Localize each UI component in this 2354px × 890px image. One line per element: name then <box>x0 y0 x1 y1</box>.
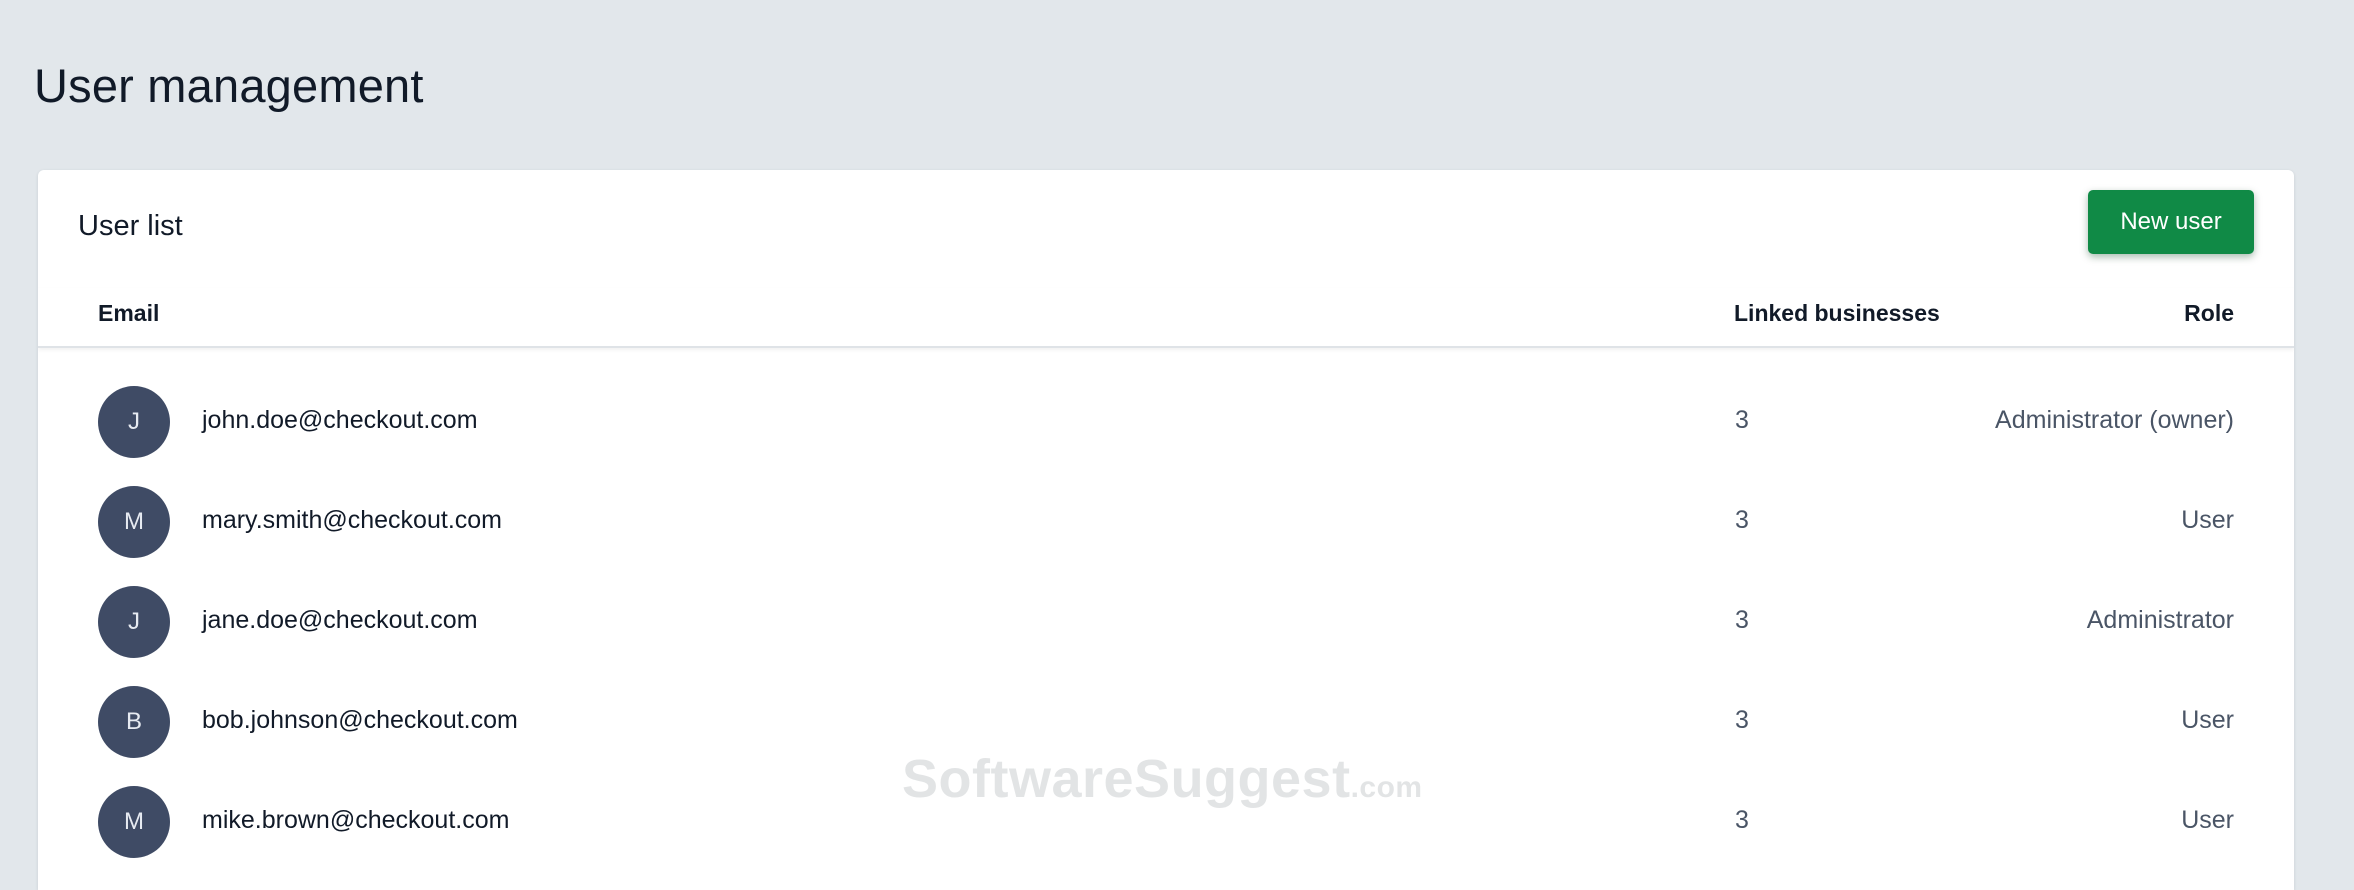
linked-businesses-count: 3 <box>1735 806 1749 834</box>
user-list-card: User list New user Email Linked business… <box>38 170 2294 890</box>
user-role: User <box>2181 506 2234 534</box>
avatar: J <box>98 586 170 658</box>
linked-businesses-count: 3 <box>1735 706 1749 734</box>
table-row[interactable]: B bob.johnson@checkout.com 3 User <box>38 670 2294 770</box>
linked-businesses-count: 3 <box>1735 506 1749 534</box>
linked-businesses-count: 3 <box>1735 606 1749 634</box>
column-header-role[interactable]: Role <box>2184 300 2234 327</box>
user-email[interactable]: jane.doe@checkout.com <box>202 606 478 635</box>
user-role: User <box>2181 806 2234 834</box>
user-role: User <box>2181 706 2234 734</box>
avatar: J <box>98 386 170 458</box>
table-row[interactable]: J john.doe@checkout.com 3 Administrator … <box>38 370 2294 470</box>
user-email[interactable]: mary.smith@checkout.com <box>202 506 502 535</box>
table-row[interactable]: J jane.doe@checkout.com 3 Administrator <box>38 570 2294 670</box>
user-table-body: J john.doe@checkout.com 3 Administrator … <box>38 370 2294 870</box>
table-row[interactable]: M mary.smith@checkout.com 3 User <box>38 470 2294 570</box>
avatar: M <box>98 486 170 558</box>
user-role: Administrator <box>2086 606 2234 634</box>
user-email[interactable]: bob.johnson@checkout.com <box>202 706 518 735</box>
column-header-email[interactable]: Email <box>98 300 159 327</box>
column-header-linked-businesses[interactable]: Linked businesses <box>1734 300 1940 327</box>
user-email[interactable]: john.doe@checkout.com <box>202 406 478 435</box>
card-title: User list <box>78 210 183 242</box>
new-user-button[interactable]: New user <box>2088 190 2254 254</box>
user-role: Administrator (owner) <box>1995 406 2234 434</box>
table-row[interactable]: M mike.brown@checkout.com 3 User <box>38 770 2294 870</box>
linked-businesses-count: 3 <box>1735 406 1749 434</box>
page-title: User management <box>34 59 424 112</box>
user-email[interactable]: mike.brown@checkout.com <box>202 806 509 835</box>
avatar: M <box>98 786 170 858</box>
table-header: Email Linked businesses Role <box>38 288 2294 348</box>
avatar: B <box>98 686 170 758</box>
